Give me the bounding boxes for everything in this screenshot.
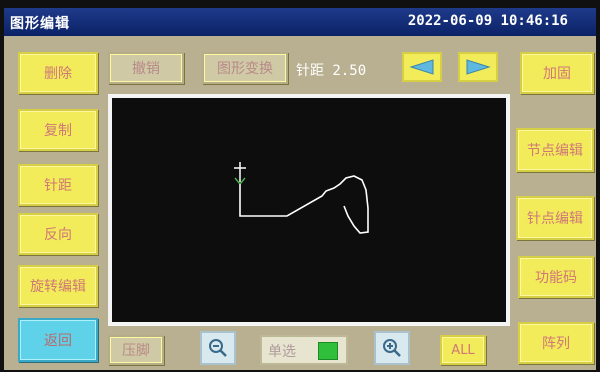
zoom-out-button[interactable] [200, 331, 236, 365]
zoom-in-button[interactable] [374, 331, 410, 365]
undo-label: 撤销 [132, 61, 160, 77]
reverse-label: 反向 [44, 227, 72, 243]
stitch-length-button[interactable]: 针距 [18, 164, 98, 206]
reinforce-button[interactable]: 加固 [520, 52, 594, 94]
rotate-edit-label: 旋转编辑 [30, 279, 86, 295]
pattern-canvas[interactable] [108, 94, 510, 326]
shape-transform-label: 图形变换 [217, 61, 273, 77]
single-select-label: 单选 [268, 344, 296, 360]
single-select-toggle[interactable]: 单选 [260, 335, 348, 365]
title-bar: 图形编辑 2022-06-09 10:46:16 [4, 8, 596, 36]
function-code-label: 功能码 [535, 270, 577, 286]
select-all-label: ALL [451, 342, 475, 358]
hmi-screen: 图形编辑 2022-06-09 10:46:16 删除 复制 针距 反向 旋转编… [4, 8, 596, 370]
stitch-point-edit-button[interactable]: 针点编辑 [516, 196, 594, 240]
pattern-drawing [234, 162, 369, 234]
page-title: 图形编辑 [10, 16, 70, 32]
single-select-indicator [318, 342, 338, 360]
copy-label: 复制 [44, 123, 72, 139]
presser-foot-button[interactable]: 压脚 [108, 335, 164, 365]
shape-transform-button[interactable]: 图形变换 [202, 52, 288, 84]
stitch-point-edit-label: 针点编辑 [527, 211, 583, 227]
zoom-out-icon [209, 339, 227, 357]
return-button[interactable]: 返回 [18, 318, 98, 362]
delete-label: 删除 [44, 66, 72, 82]
rotate-edit-button[interactable]: 旋转编辑 [18, 265, 98, 307]
node-edit-button[interactable]: 节点编辑 [516, 128, 594, 172]
arrow-left-icon [409, 59, 434, 75]
reinforce-label: 加固 [543, 66, 571, 82]
arrow-right-icon [466, 59, 491, 75]
function-code-button[interactable]: 功能码 [518, 256, 594, 298]
presser-foot-label: 压脚 [122, 343, 150, 359]
next-arrow-button[interactable] [458, 52, 498, 82]
return-label: 返回 [44, 333, 72, 349]
node-edit-label: 节点编辑 [527, 143, 583, 159]
prev-arrow-button[interactable] [402, 52, 442, 82]
stitch-path [239, 175, 369, 234]
array-button[interactable]: 阵列 [518, 322, 594, 364]
reverse-button[interactable]: 反向 [18, 213, 98, 255]
stitch-length-label: 针距 [44, 178, 72, 194]
undo-button[interactable]: 撤销 [108, 52, 184, 84]
stitch-pitch-readout: 针距 2.50 [296, 63, 367, 79]
zoom-in-icon [383, 339, 401, 357]
delete-button[interactable]: 删除 [18, 52, 98, 94]
copy-button[interactable]: 复制 [18, 109, 98, 151]
select-all-button[interactable]: ALL [440, 335, 486, 365]
origin-marker-icon [234, 162, 246, 186]
datetime-display: 2022-06-09 10:46:16 [407, 13, 568, 29]
array-label: 阵列 [542, 336, 570, 352]
